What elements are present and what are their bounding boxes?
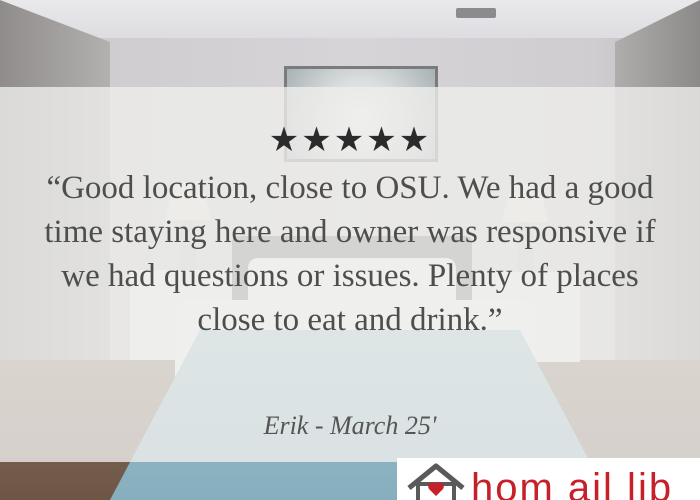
ceiling — [0, 0, 700, 42]
review-author: Erik - March 25' — [263, 411, 437, 440]
rating-stars: ★★★★★ — [268, 120, 432, 160]
review-quote: “Good location, close to OSU. We had a g… — [44, 170, 656, 338]
brand-logo: hom ail lib — [397, 458, 700, 500]
logo-text: hom ail lib — [471, 466, 674, 500]
house-heart-icon — [407, 463, 465, 500]
ceiling-vent — [456, 8, 496, 18]
